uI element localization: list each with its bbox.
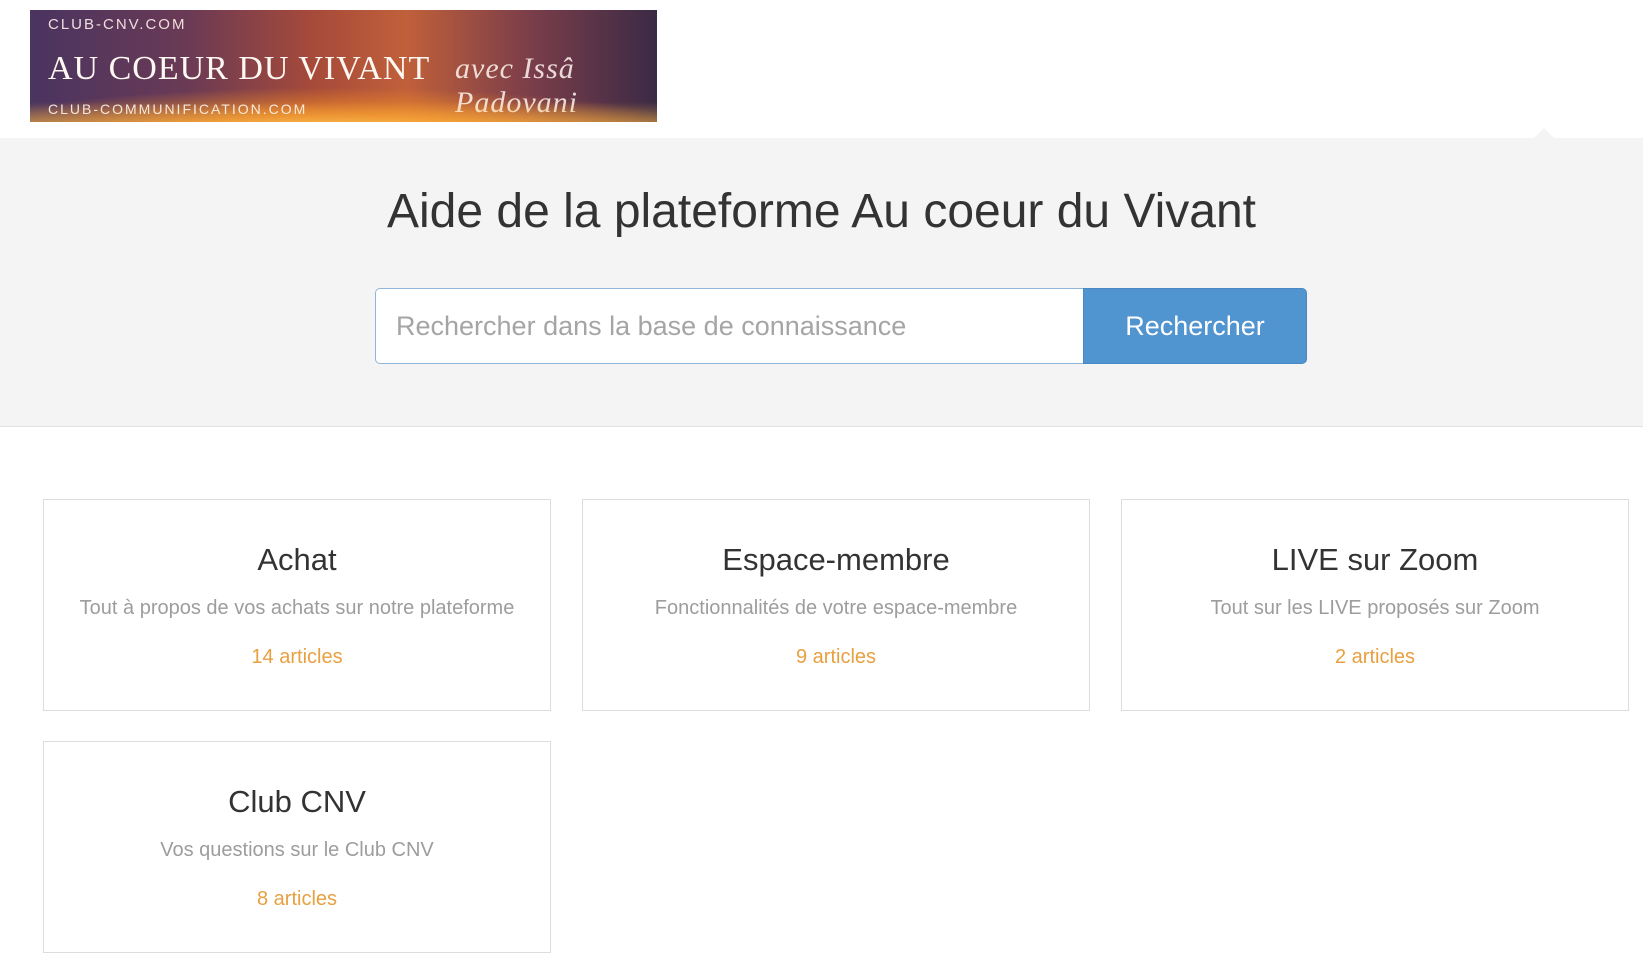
category-description: Fonctionnalités de votre espace-membre: [654, 597, 1018, 619]
category-card-achat[interactable]: Achat Tout à propos de vos achats sur no…: [43, 499, 551, 711]
category-card-club-cnv[interactable]: Club CNV Vos questions sur le Club CNV 8…: [43, 741, 551, 953]
logo-main-text: AU COEUR DU VIVANT: [48, 50, 431, 87]
site-header: CLUB-CNV.COM AU COEUR DU VIVANT avec Iss…: [0, 0, 1643, 138]
logo-signature: avec Issâ Padovani: [455, 52, 578, 119]
logo-bottom-text: CLUB-COMMUNIFICATION.COM: [48, 101, 308, 117]
category-title: Espace-membre: [722, 542, 950, 577]
search-input[interactable]: [375, 288, 1083, 364]
search-button[interactable]: Rechercher: [1083, 288, 1307, 364]
page-title: Aide de la plateforme Au coeur du Vivant: [386, 185, 1256, 238]
category-description: Vos questions sur le Club CNV: [160, 839, 434, 861]
category-title: Club CNV: [228, 784, 366, 819]
hero-section: Aide de la plateforme Au coeur du Vivant…: [0, 128, 1643, 427]
logo-top-text: CLUB-CNV.COM: [48, 16, 187, 33]
category-title: LIVE sur Zoom: [1271, 542, 1479, 577]
category-article-count: 8 articles: [256, 888, 338, 910]
category-description: Tout à propos de vos achats sur notre pl…: [79, 597, 515, 619]
category-article-count: 14 articles: [251, 646, 343, 668]
search-form: Rechercher: [375, 288, 1307, 364]
category-card-live-zoom[interactable]: LIVE sur Zoom Tout sur les LIVE proposés…: [1121, 499, 1629, 711]
category-title: Achat: [257, 542, 337, 577]
category-article-count: 2 articles: [1334, 646, 1416, 668]
category-article-count: 9 articles: [795, 646, 877, 668]
category-card-espace-membre[interactable]: Espace-membre Fonctionnalités de votre e…: [582, 499, 1090, 711]
site-logo[interactable]: CLUB-CNV.COM AU COEUR DU VIVANT avec Iss…: [30, 10, 657, 122]
category-description: Tout sur les LIVE proposés sur Zoom: [1210, 597, 1540, 619]
hero-notch: [1534, 128, 1554, 138]
